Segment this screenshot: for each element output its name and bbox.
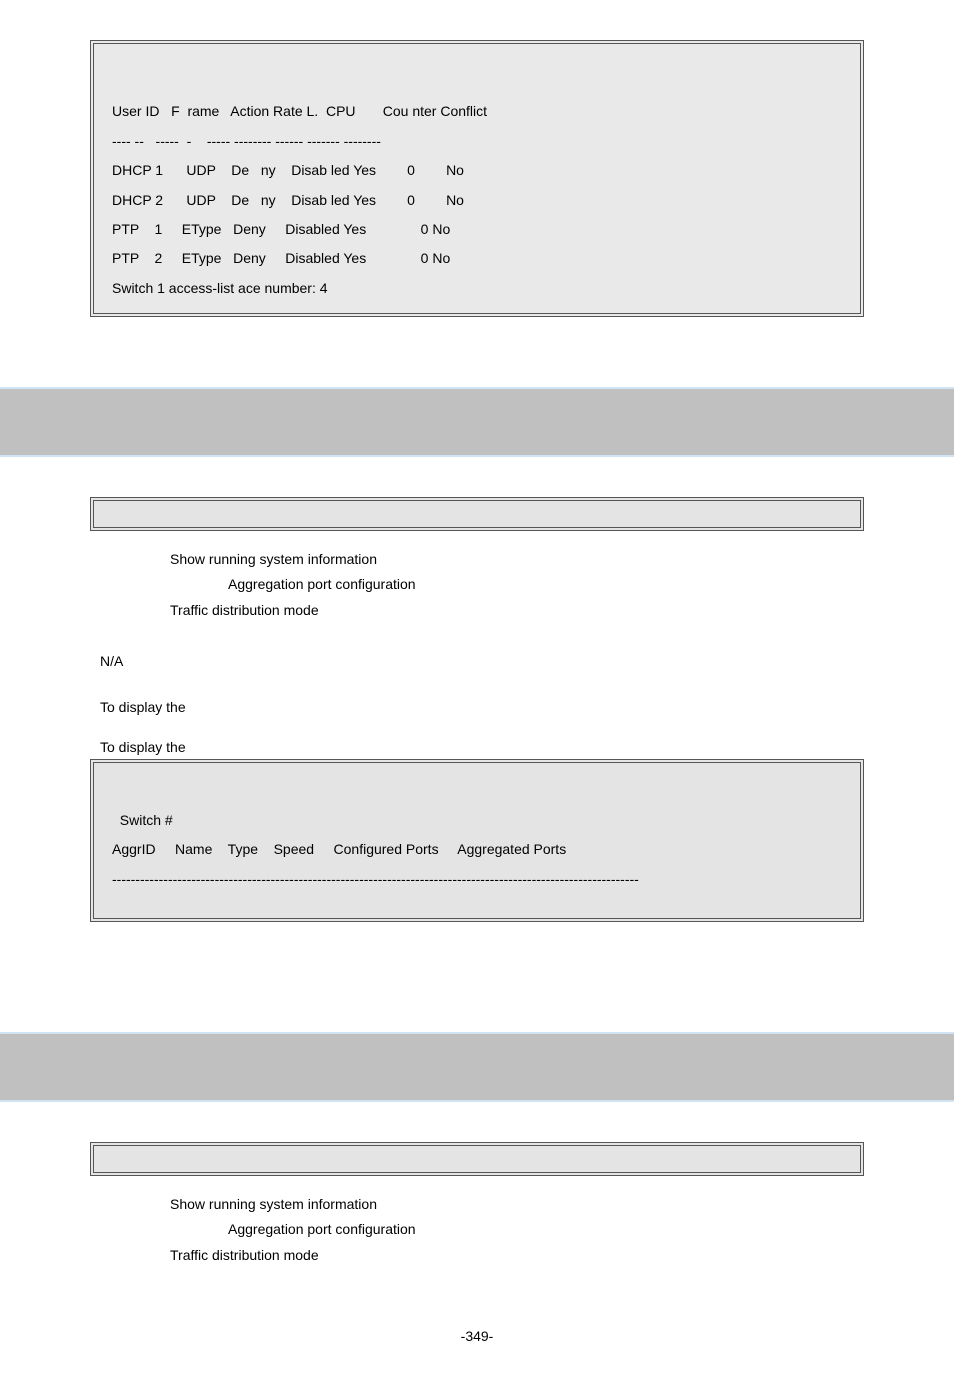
- console1-row2: DHCP 2 UDP De ny Disab led Yes 0 No: [112, 192, 464, 208]
- console2-row3: ----------------------------------------…: [112, 871, 639, 887]
- desc2-line2: Aggregation port configuration: [228, 1217, 954, 1242]
- empty-box-2: [90, 1142, 864, 1176]
- display-text-1: To display the: [100, 699, 954, 715]
- console1-row3: PTP 1 EType Deny Disabled Yes 0 No: [112, 221, 450, 237]
- section-divider-1: [0, 387, 954, 457]
- console2-row2: AggrID Name Type Speed Configured Ports …: [112, 841, 566, 857]
- na-text: N/A: [100, 653, 954, 669]
- console1-header: User ID F rame Action Rate L. CPU Cou nt…: [112, 103, 487, 119]
- display-text-2: To display the: [100, 739, 954, 755]
- console-output-2: Switch # AggrID Name Type Speed Configur…: [90, 759, 864, 923]
- console1-row4: PTP 2 EType Deny Disabled Yes 0 No: [112, 250, 450, 266]
- desc1-line3: Traffic distribution mode: [170, 598, 954, 623]
- page-number: -349-: [0, 1328, 954, 1344]
- desc1-line1: Show running system information: [170, 547, 954, 572]
- console-output-1: User ID F rame Action Rate L. CPU Cou nt…: [90, 40, 864, 317]
- description-block-1: Show running system information Aggregat…: [170, 547, 954, 623]
- console2-row1: Switch #: [120, 812, 173, 828]
- description-block-2: Show running system information Aggregat…: [170, 1192, 954, 1268]
- desc2-line1: Show running system information: [170, 1192, 954, 1217]
- console1-dashes: ---- -- ----- - ----- -------- ------ --…: [112, 133, 381, 149]
- empty-box-1: [90, 497, 864, 531]
- console1-row1: DHCP 1 UDP De ny Disab led Yes 0 No: [112, 162, 464, 178]
- section-divider-2: [0, 1032, 954, 1102]
- desc1-line2: Aggregation port configuration: [228, 572, 954, 597]
- desc2-line3: Traffic distribution mode: [170, 1243, 954, 1268]
- console1-footer: Switch 1 access-list ace number: 4: [112, 280, 328, 296]
